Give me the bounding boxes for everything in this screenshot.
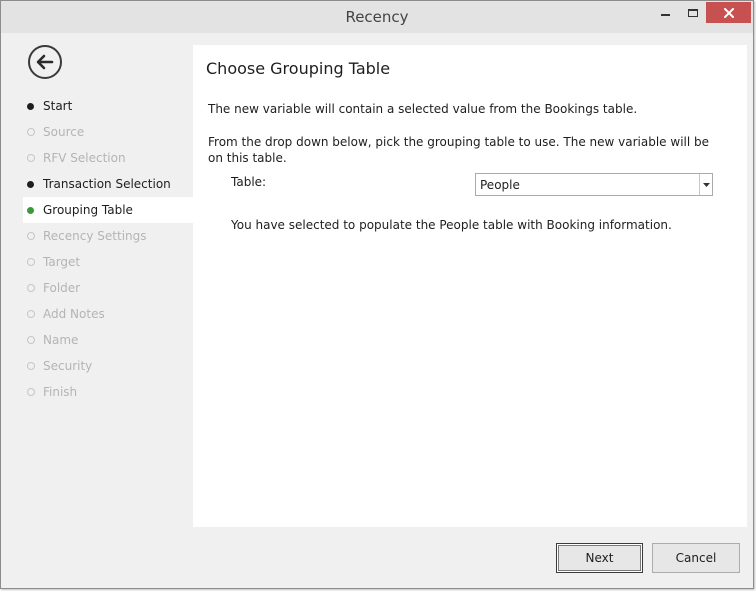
step-status-icon: [27, 232, 35, 240]
wizard-window: Recency Start Source RFV Selection Transact…: [0, 0, 754, 589]
wizard-steps-sidebar: Start Source RFV Selection Transaction Sele…: [9, 33, 193, 527]
selection-info-text: You have selected to populate the People…: [231, 218, 672, 232]
step-status-icon: [27, 103, 34, 110]
minimize-icon: [660, 13, 670, 16]
step-item-recency-settings[interactable]: Recency Settings: [23, 223, 193, 249]
step-status-icon: [27, 258, 35, 266]
step-label: Name: [43, 333, 79, 347]
description-text: The new variable will contain a selected…: [208, 102, 638, 116]
step-status-icon: [27, 207, 34, 214]
step-status-icon: [27, 310, 35, 318]
step-item-target[interactable]: Target: [23, 249, 193, 275]
next-button[interactable]: Next: [556, 543, 643, 573]
step-label: Add Notes: [43, 307, 105, 321]
step-label: Recency Settings: [43, 229, 147, 243]
main-panel: Choose Grouping Table The new variable w…: [193, 45, 747, 527]
step-item-name[interactable]: Name: [23, 327, 193, 353]
step-label: Folder: [43, 281, 81, 295]
step-item-transaction-selection[interactable]: Transaction Selection: [23, 171, 193, 197]
step-item-start[interactable]: Start: [23, 93, 193, 119]
step-label: Finish: [43, 385, 78, 399]
step-label: Source: [43, 125, 85, 139]
step-item-rfv-selection[interactable]: RFV Selection: [23, 145, 193, 171]
cancel-button[interactable]: Cancel: [652, 543, 740, 573]
step-label: Target: [43, 255, 81, 269]
page-title: Choose Grouping Table: [206, 59, 391, 78]
step-label: Start: [43, 99, 73, 113]
close-button[interactable]: [706, 2, 751, 23]
back-arrow-icon: [36, 54, 54, 70]
step-status-icon: [27, 336, 35, 344]
window-title: Recency: [345, 8, 409, 26]
table-dropdown[interactable]: People: [475, 173, 713, 196]
maximize-button[interactable]: [679, 2, 706, 23]
table-dropdown-value: People: [480, 178, 520, 192]
table-label: Table:: [231, 175, 267, 189]
step-item-source[interactable]: Source: [23, 119, 193, 145]
instruction-text: From the drop down below, pick the group…: [208, 135, 710, 165]
step-item-security[interactable]: Security: [23, 353, 193, 379]
step-label: Grouping Table: [43, 203, 133, 217]
maximize-icon: [687, 8, 698, 17]
step-item-grouping-table[interactable]: Grouping Table: [23, 197, 193, 223]
step-status-icon: [27, 181, 34, 188]
step-status-icon: [27, 154, 35, 162]
step-item-finish[interactable]: Finish: [23, 379, 193, 405]
step-label: Transaction Selection: [43, 177, 171, 191]
minimize-button[interactable]: [651, 2, 679, 23]
back-button[interactable]: [28, 45, 62, 79]
step-item-add-notes[interactable]: Add Notes: [23, 301, 193, 327]
close-icon: [723, 7, 734, 18]
title-bar[interactable]: Recency: [1, 1, 753, 33]
step-status-icon: [27, 388, 35, 396]
chevron-down-icon[interactable]: [699, 174, 712, 195]
step-status-icon: [27, 362, 35, 370]
step-item-folder[interactable]: Folder: [23, 275, 193, 301]
step-label: Security: [43, 359, 93, 373]
step-status-icon: [27, 284, 35, 292]
step-status-icon: [27, 128, 35, 136]
step-label: RFV Selection: [43, 151, 126, 165]
steps-list: Start Source RFV Selection Transaction Sele…: [23, 93, 193, 405]
